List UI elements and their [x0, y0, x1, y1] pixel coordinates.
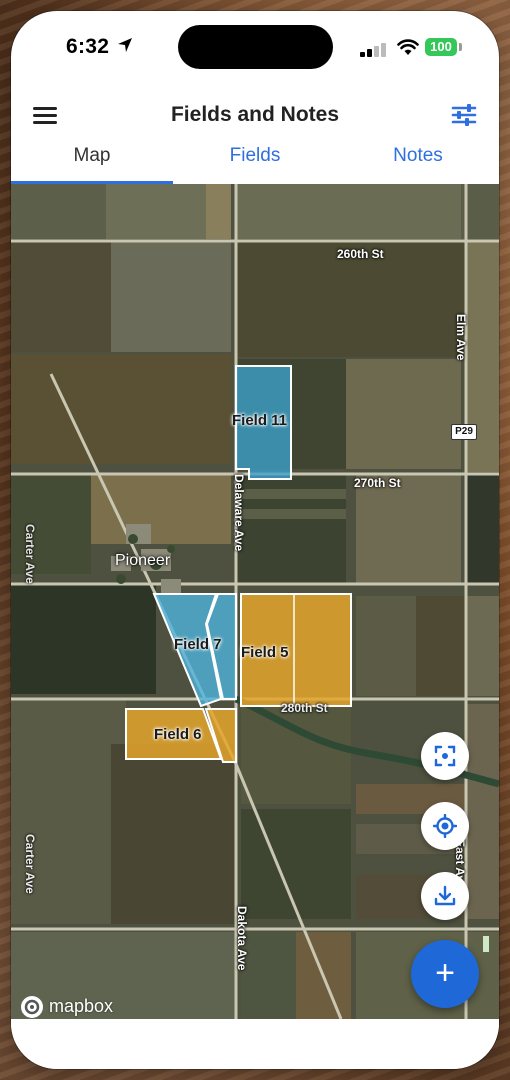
battery-tip [459, 43, 462, 51]
location-arrow-icon [118, 38, 132, 52]
locate-crosshair-icon [433, 814, 457, 838]
mapbox-logo-text: mapbox [49, 996, 114, 1016]
town-label: Pioneer [115, 552, 171, 569]
highway-shield: P29 [451, 424, 477, 440]
status-time: 6:32 [66, 35, 110, 58]
sliders-icon[interactable] [451, 103, 477, 127]
road-label-260th: 260th St [337, 247, 384, 261]
road-label-280th: 280th St [281, 701, 328, 715]
field-label-11[interactable]: Field 11 [232, 412, 287, 429]
page-title: Fields and Notes [170, 103, 340, 126]
app-header: Fields and Notes [11, 81, 499, 141]
focus-frame-icon [434, 745, 456, 767]
satellite-map[interactable]: 260th St 270th St 280th St Elm Ave Delaw… [11, 184, 499, 1019]
tab-map[interactable]: Map [11, 141, 173, 184]
road-label-carter-upper: Carter Ave [23, 524, 37, 584]
battery-indicator: 100 [425, 38, 457, 56]
road-label-delaware: Delaware Ave [232, 474, 246, 552]
download-map-button[interactable] [421, 872, 469, 920]
locate-me-button[interactable] [421, 802, 469, 850]
tab-notes[interactable]: Notes [337, 141, 499, 184]
road-label-elm: Elm Ave [454, 314, 468, 361]
status-bar: 6:32 100 [11, 11, 499, 81]
download-icon [434, 885, 456, 906]
dynamic-island [178, 25, 333, 69]
tab-bar: Map Fields Notes [11, 141, 499, 184]
cellular-signal-icon [360, 41, 390, 57]
wifi-icon [397, 39, 419, 55]
phone-screen: 6:32 100 Fields and Notes Map Fields Not… [11, 11, 499, 1069]
bottom-safe-area [11, 1019, 499, 1069]
road-label-270th: 270th St [354, 476, 401, 490]
field-label-7[interactable]: Field 7 [174, 636, 222, 653]
tab-fields[interactable]: Fields [174, 141, 336, 184]
field-label-5[interactable]: Field 5 [241, 644, 289, 661]
focus-frame-button[interactable] [421, 732, 469, 780]
mapbox-logo-icon [21, 996, 43, 1018]
road-label-dakota: Dakota Ave [235, 906, 249, 971]
add-button[interactable]: + [411, 940, 479, 1008]
field-label-6[interactable]: Field 6 [154, 726, 202, 743]
road-label-carter-lower: Carter Ave [23, 834, 37, 894]
